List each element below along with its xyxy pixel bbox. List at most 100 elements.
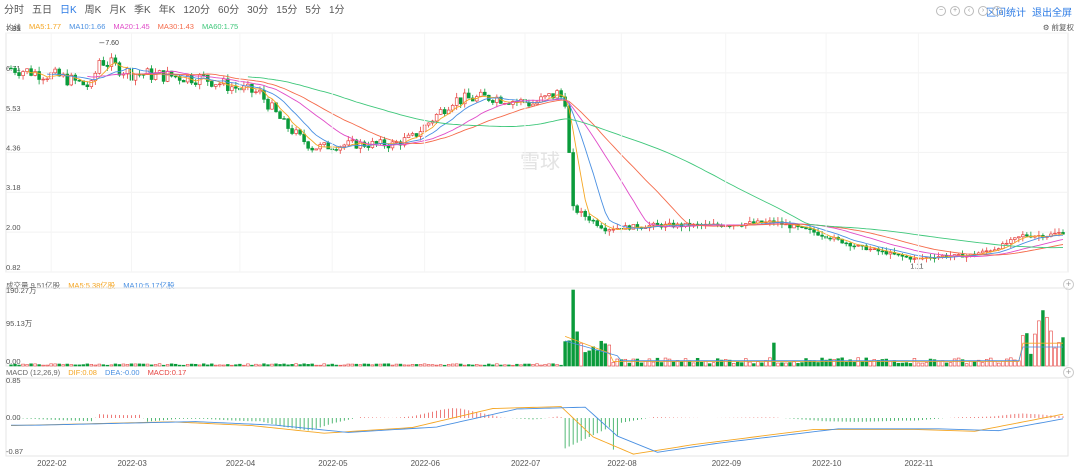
volume-bar bbox=[177, 364, 182, 367]
volume-bar bbox=[627, 362, 632, 367]
candle-body bbox=[1053, 232, 1057, 235]
volume-bar bbox=[318, 364, 322, 367]
volume-bar bbox=[908, 363, 913, 367]
volume-bar bbox=[828, 358, 832, 367]
volume-bar bbox=[61, 364, 65, 367]
volume-bar bbox=[354, 363, 359, 367]
volume-bar bbox=[49, 363, 53, 367]
ma60-line bbox=[247, 76, 1063, 249]
candle-body bbox=[655, 222, 660, 225]
volume-bar bbox=[346, 363, 350, 367]
volume-bar bbox=[350, 363, 355, 367]
volume-bar bbox=[868, 361, 872, 367]
volume-bar bbox=[21, 363, 25, 367]
volume-bar bbox=[663, 357, 668, 367]
candle-body bbox=[17, 72, 21, 76]
volume-bar bbox=[715, 358, 720, 367]
volume-bar bbox=[13, 363, 17, 367]
volume-bar bbox=[286, 364, 290, 367]
x-axis-label: 2022-07 bbox=[511, 459, 541, 468]
volume-bar bbox=[222, 364, 226, 367]
volume-bar bbox=[531, 364, 535, 367]
candle-body bbox=[527, 102, 531, 107]
x-axis-label: 2022-09 bbox=[712, 459, 742, 468]
kline-chart[interactable]: 7.896.715.534.363.182.000.827.601.11雪球19… bbox=[0, 0, 1080, 473]
candle-body bbox=[214, 84, 218, 87]
candle-body bbox=[105, 64, 110, 67]
volume-bar bbox=[418, 364, 423, 367]
price-tick-label: 3.18 bbox=[6, 183, 21, 192]
candle-body bbox=[278, 111, 282, 119]
volume-bar bbox=[928, 358, 933, 367]
volume-panel-frame bbox=[5, 287, 1069, 367]
volume-tick-label: 95.13万 bbox=[6, 319, 33, 328]
candle-body bbox=[346, 140, 351, 146]
candle-body bbox=[406, 134, 411, 138]
candle-body bbox=[201, 74, 206, 76]
candle-body bbox=[595, 220, 599, 226]
candle-body bbox=[254, 91, 258, 93]
volume-bar bbox=[81, 364, 85, 367]
volume-bar bbox=[238, 363, 242, 367]
candle-body bbox=[984, 250, 989, 252]
candle-body bbox=[908, 256, 913, 260]
volume-bar bbox=[695, 357, 700, 367]
volume-bar bbox=[563, 341, 567, 367]
volume-bar bbox=[539, 364, 543, 367]
candle-body bbox=[1017, 236, 1021, 239]
volume-bar bbox=[338, 364, 342, 367]
candle-body bbox=[748, 221, 752, 224]
candle-body bbox=[334, 149, 338, 151]
volume-bar bbox=[394, 363, 399, 367]
candle-body bbox=[844, 242, 848, 245]
volume-bar bbox=[635, 358, 640, 367]
volume-bar bbox=[980, 362, 985, 367]
volume-bar bbox=[218, 364, 222, 367]
volume-bar bbox=[37, 364, 41, 367]
candle-body bbox=[599, 225, 603, 229]
volume-bar bbox=[194, 363, 198, 367]
volume-bar bbox=[559, 364, 563, 367]
volume-bar bbox=[523, 363, 527, 367]
x-axis-label: 2022-02 bbox=[37, 459, 67, 468]
candle-body bbox=[1025, 234, 1029, 237]
volume-bar bbox=[1025, 333, 1029, 367]
volume-bar bbox=[430, 364, 435, 367]
volume-bar bbox=[89, 364, 94, 367]
volume-bar bbox=[266, 364, 270, 367]
volume-bar bbox=[655, 357, 660, 367]
candle-body bbox=[543, 95, 547, 98]
candle-body bbox=[816, 231, 820, 236]
volume-bar bbox=[165, 364, 170, 367]
candle-body bbox=[426, 122, 431, 126]
volume-bar bbox=[226, 364, 230, 367]
volume-bar bbox=[17, 364, 21, 367]
candle-body bbox=[980, 250, 985, 254]
volume-bar bbox=[916, 362, 921, 367]
volume-bar bbox=[390, 364, 395, 367]
volume-bar bbox=[65, 363, 69, 367]
volume-bar bbox=[595, 350, 599, 367]
volume-bar bbox=[326, 364, 330, 367]
volume-bar bbox=[603, 343, 607, 367]
candle-body bbox=[386, 145, 391, 149]
volume-bar bbox=[105, 364, 110, 367]
candle-body bbox=[483, 91, 487, 96]
x-axis-label: 2022-03 bbox=[117, 459, 147, 468]
candle-body bbox=[306, 141, 310, 149]
candle-body bbox=[852, 245, 856, 248]
volume-bar bbox=[306, 364, 310, 367]
min-price-label: 1.11 bbox=[910, 264, 923, 271]
candle-body bbox=[9, 67, 13, 70]
candle-body bbox=[382, 139, 387, 147]
candle-body bbox=[912, 258, 917, 260]
candle-body bbox=[218, 83, 222, 86]
volume-bar bbox=[788, 362, 792, 367]
volume-bar bbox=[206, 364, 210, 367]
volume-bar bbox=[1029, 353, 1033, 367]
candle-body bbox=[97, 60, 102, 74]
volume-bar bbox=[587, 350, 591, 367]
volume-bar bbox=[1005, 358, 1009, 367]
candle-body bbox=[587, 216, 591, 221]
volume-bar bbox=[659, 362, 664, 367]
